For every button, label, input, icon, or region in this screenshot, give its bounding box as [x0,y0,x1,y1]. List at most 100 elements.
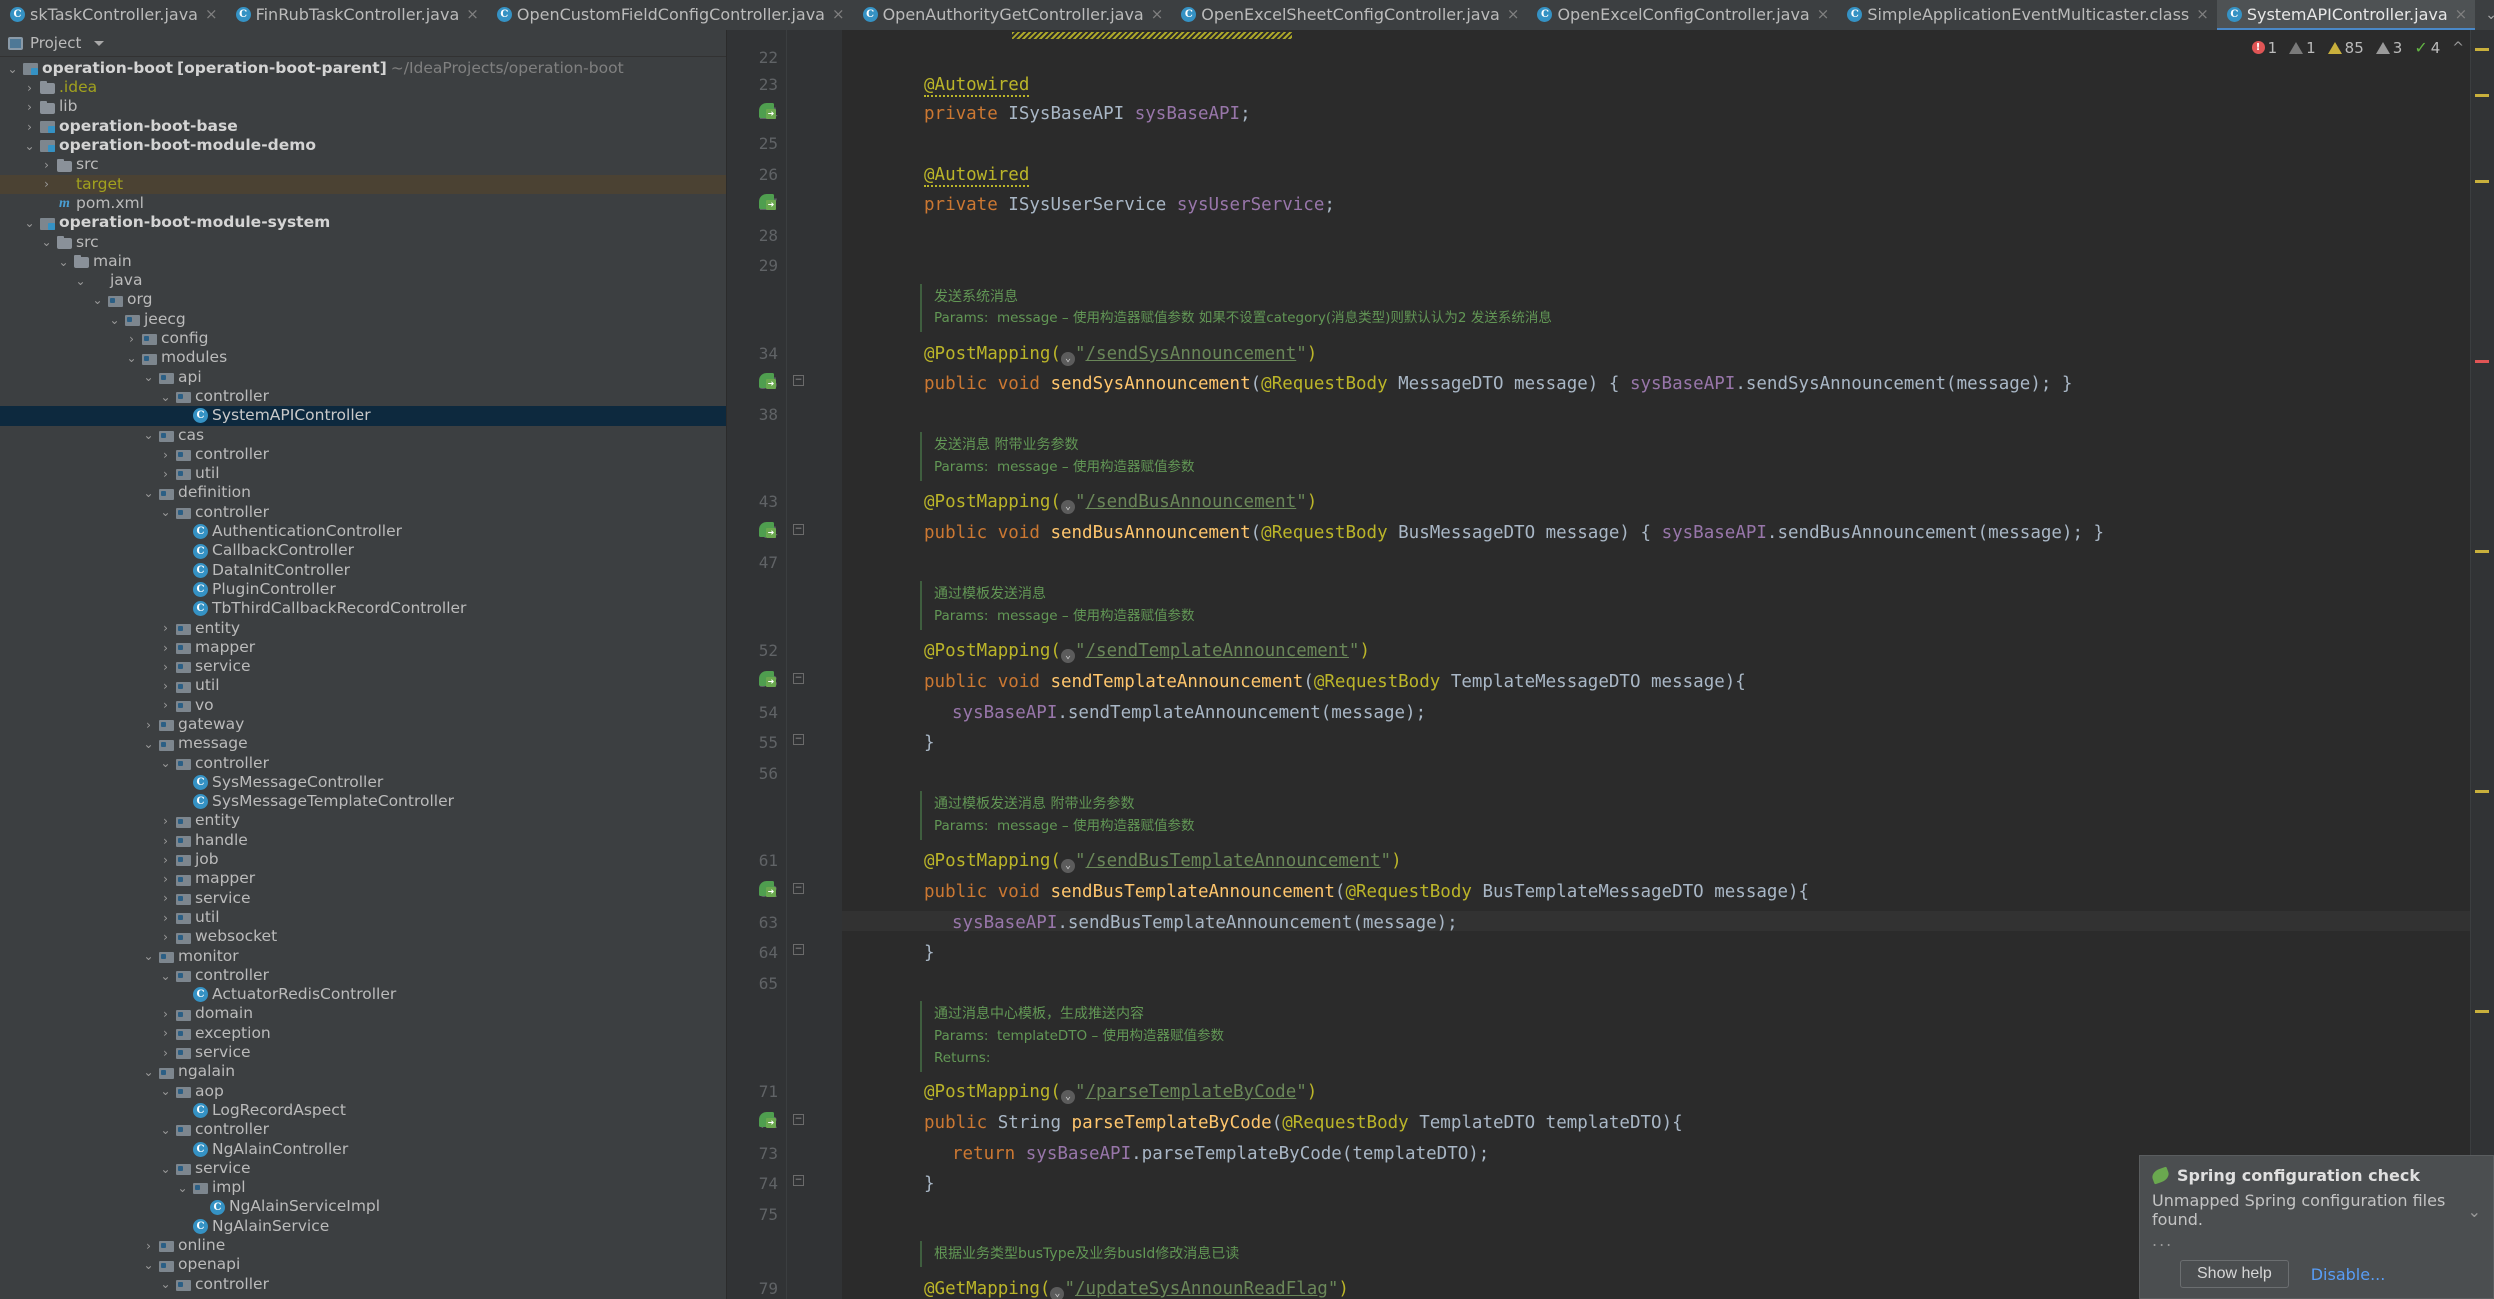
editor-tab-4[interactable]: C OpenExcelSheetConfigController.java × [1171,0,1528,30]
weak-warning-count-badge[interactable]: 3 [2375,39,2402,57]
tree-node-entity[interactable]: › entity [0,812,726,831]
code-line[interactable]: @PostMapping(⌄ "/sendBusAnnouncement") [924,493,1317,514]
chevron-down-icon[interactable]: ⌄ [159,506,172,518]
chevron-right-icon[interactable]: › [159,642,172,654]
chevron-down-icon[interactable]: ⌄ [2468,1202,2481,1221]
tree-node-pom-xml[interactable]: m pom.xml [0,194,726,213]
chevron-right-icon[interactable]: › [40,178,53,190]
code-line[interactable]: private ISysUserService sysUserService; [924,196,1335,215]
chevron-right-icon[interactable]: › [159,854,172,866]
analysis-mark[interactable] [2475,550,2489,553]
chevron-right-icon[interactable]: › [159,815,172,827]
project-panel-header[interactable]: Project [0,30,726,57]
warning-strong-count-badge[interactable]: 1 [2289,39,2316,57]
code-line[interactable]: } [924,944,935,963]
tree-node-operation-boot-module-system[interactable]: ⌄ operation-boot-module-system [0,213,726,232]
tree-node-controller[interactable]: ⌄ controller [0,754,726,773]
tree-node-modules[interactable]: ⌄ modules [0,348,726,367]
tree-node-service[interactable]: ⌄ service [0,1159,726,1178]
url-globe-icon[interactable]: ⌄ [1060,1090,1075,1104]
chevron-right-icon[interactable]: › [159,1008,172,1020]
analysis-mark[interactable] [2475,180,2489,183]
error-count-badge[interactable]: ! 1 [2251,39,2277,57]
close-icon[interactable]: × [832,5,845,23]
chevron-down-icon[interactable]: ⌄ [108,314,121,326]
tree-node-org[interactable]: ⌄ org [0,291,726,310]
chevron-down-icon[interactable]: ⌄ [91,294,104,306]
url-globe-icon[interactable]: ⌄ [1050,1287,1065,1299]
chevron-right-icon[interactable]: › [159,468,172,480]
tree-node-service[interactable]: › service [0,657,726,676]
close-icon[interactable]: × [1151,5,1164,23]
chevron-right-icon[interactable]: › [159,1047,172,1059]
chevron-right-icon[interactable]: › [23,82,36,94]
tree-node-tbthirdcallbackrecordcontroller[interactable]: C TbThirdCallbackRecordController [0,599,726,618]
chevron-down-icon[interactable]: ⌄ [40,236,53,248]
chevron-down-icon[interactable]: ⌄ [142,429,155,441]
code-fold-toggle[interactable]: − [793,524,804,535]
tree-node-openapi[interactable]: ⌄ openapi [0,1255,726,1274]
chevron-down-icon[interactable]: ⌄ [23,217,36,229]
tree-node-ngalaincontroller[interactable]: C NgAlainController [0,1140,726,1159]
code-fold-toggle[interactable]: − [793,1114,804,1125]
analysis-mark[interactable] [2475,94,2489,97]
tree-node-controller[interactable]: ⌄ controller [0,387,726,406]
code-line[interactable]: private ISysBaseAPI sysBaseAPI; [924,105,1251,124]
code-line[interactable]: @PostMapping(⌄ "/sendTemplateAnnouncement… [924,642,1370,663]
tree-node-controller[interactable]: ⌄ controller [0,966,726,985]
code-line[interactable]: } [924,734,935,753]
close-icon[interactable]: × [466,5,479,23]
code-line[interactable]: sysBaseAPI.sendTemplateAnnouncement(mess… [952,704,1426,723]
tree-node-util[interactable]: › util [0,908,726,927]
tree-node-util[interactable]: › util [0,677,726,696]
chevron-down-icon[interactable] [94,40,105,46]
tree-node-mapper[interactable]: › mapper [0,869,726,888]
editor-gutter-marks[interactable]: − − − − − − − − [787,30,842,1299]
tree-node-controller[interactable]: › controller [0,445,726,464]
code-line[interactable]: public void sendTemplateAnnouncement(@Re… [924,673,1746,692]
chevron-down-icon[interactable]: ⌄ [142,738,155,750]
spring-bean-gutter-icon[interactable]: ➜ [759,103,776,120]
tree-node-callbackcontroller[interactable]: C CallbackController [0,541,726,560]
tree-node-sysmessagetemplatecontroller[interactable]: C SysMessageTemplateController [0,792,726,811]
code-line[interactable]: public String parseTemplateByCode(@Reque… [924,1114,1683,1133]
spring-bean-gutter-icon[interactable]: ➜ [759,671,776,688]
tree-node-operation-boot-base[interactable]: › operation-boot-base [0,117,726,136]
editor-tab-3[interactable]: C OpenAuthorityGetController.java × [852,0,1172,30]
code-line[interactable]: @Autowired [924,165,1030,187]
code-fold-toggle[interactable]: − [793,673,804,684]
tree-node-aop[interactable]: ⌄ aop [0,1082,726,1101]
close-icon[interactable]: × [1817,5,1830,23]
code-fold-toggle[interactable]: − [793,883,804,894]
close-icon[interactable]: × [1507,5,1520,23]
close-icon[interactable]: × [2196,5,2209,23]
tree-node-lib[interactable]: › lib [0,98,726,117]
chevron-right-icon[interactable]: › [159,661,172,673]
analysis-mark[interactable] [2475,360,2489,363]
tree-node-cas[interactable]: ⌄ cas [0,426,726,445]
chevron-down-icon[interactable]: ⌄ [159,1085,172,1097]
chevron-right-icon[interactable]: › [159,931,172,943]
tree-node-systemapicontroller[interactable]: C SystemAPIController [0,406,726,426]
chevron-right-icon[interactable]: › [159,680,172,692]
chevron-right-icon[interactable]: › [159,1027,172,1039]
editor-tab-5[interactable]: C OpenExcelConfigController.java × [1527,0,1838,30]
code-line[interactable]: @PostMapping(⌄ "/sendSysAnnouncement") [924,345,1317,366]
code-fold-toggle[interactable]: − [793,375,804,386]
analysis-mark[interactable] [2475,790,2489,793]
tree-node-operation-boot-module-demo[interactable]: ⌄ operation-boot-module-demo [0,136,726,155]
chevron-down-icon[interactable]: ⌄ [159,391,172,403]
url-globe-icon[interactable]: ⌄ [1060,649,1075,663]
chevron-down-icon[interactable]: ⌄ [159,1163,172,1175]
tree-node-api[interactable]: ⌄ api [0,368,726,387]
editor-gutter[interactable]: 222324➜252627➜28293435➜384344➜475253➜545… [727,30,787,1299]
editor-tab-2[interactable]: C OpenCustomFieldConfigController.java × [486,0,853,30]
tree-node-sysmessagecontroller[interactable]: C SysMessageController [0,773,726,792]
tree-node-plugincontroller[interactable]: C PluginController [0,580,726,599]
chevron-down-icon[interactable]: ⌄ [23,140,36,152]
code-line[interactable]: public void sendSysAnnouncement(@Request… [924,375,2072,394]
code-editor[interactable]: 222324➜252627➜28293435➜384344➜475253➜545… [727,30,2494,1299]
warning-count-badge[interactable]: 85 [2327,39,2364,57]
chevron-right-icon[interactable]: › [125,333,138,345]
chevron-right-icon[interactable]: › [142,719,155,731]
